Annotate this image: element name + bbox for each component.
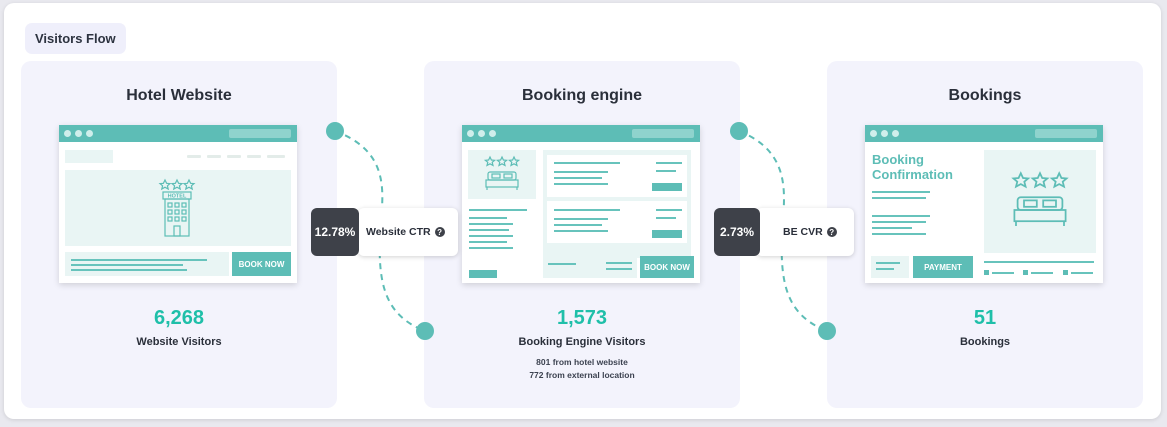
connector-2-start-node [730,122,748,140]
question-circle-icon[interactable]: ? [434,227,445,237]
website-ctr-box: Website CTR ? [358,208,458,256]
visitors-flow-card: Visitors Flow Hotel Website HOTEL BOOK N… [4,3,1161,419]
be-cvr-box: BE CVR ? [756,208,854,256]
connector-1-start-node [326,122,344,140]
website-ctr-label: Website CTR [366,226,431,238]
connector-2-end-node [818,322,836,340]
question-circle-icon[interactable]: ? [826,227,837,237]
be-cvr-value: 2.73% [714,208,760,256]
connector-1-end-node [416,322,434,340]
website-ctr-value: 12.78% [311,208,359,256]
be-cvr-label: BE CVR [783,226,823,238]
flow-connectors [326,122,836,340]
